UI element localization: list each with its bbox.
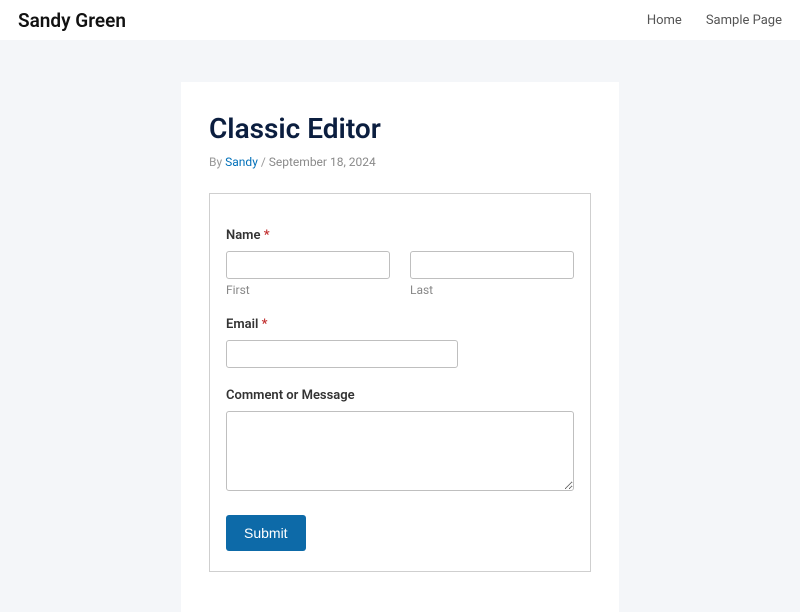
post-meta: By Sandy / September 18, 2024 [209,155,591,169]
page-title: Classic Editor [209,112,591,145]
first-name-input[interactable] [226,251,390,279]
nav-home[interactable]: Home [647,13,682,28]
contact-form: Name * First Last Email * [209,193,591,572]
name-label: Name * [226,228,574,243]
primary-nav: Home Sample Page [647,13,782,28]
email-field-group: Email * [226,317,574,368]
meta-separator: / [258,155,269,169]
first-name-col: First [226,251,390,297]
name-field-group: Name * First Last [226,228,574,297]
email-label: Email * [226,317,574,332]
site-title[interactable]: Sandy Green [18,9,126,32]
author-link[interactable]: Sandy [225,155,258,169]
comment-label: Comment or Message [226,388,574,403]
email-input[interactable] [226,340,458,368]
nav-sample-page[interactable]: Sample Page [706,13,782,28]
name-row: First Last [226,251,574,297]
post-card: Classic Editor By Sandy / September 18, … [181,82,619,612]
first-name-sublabel: First [226,283,390,297]
email-label-text: Email [226,317,262,332]
main-area: Classic Editor By Sandy / September 18, … [0,40,800,612]
by-label: By [209,155,225,169]
name-label-text: Name [226,228,264,243]
last-name-col: Last [410,251,574,297]
comment-field-group: Comment or Message [226,388,574,495]
submit-button[interactable]: Submit [226,515,306,551]
post-date: September 18, 2024 [269,155,376,169]
name-required-marker: * [264,228,270,243]
last-name-sublabel: Last [410,283,574,297]
email-required-marker: * [262,317,268,332]
last-name-input[interactable] [410,251,574,279]
site-header: Sandy Green Home Sample Page [0,0,800,40]
comment-textarea[interactable] [226,411,574,491]
